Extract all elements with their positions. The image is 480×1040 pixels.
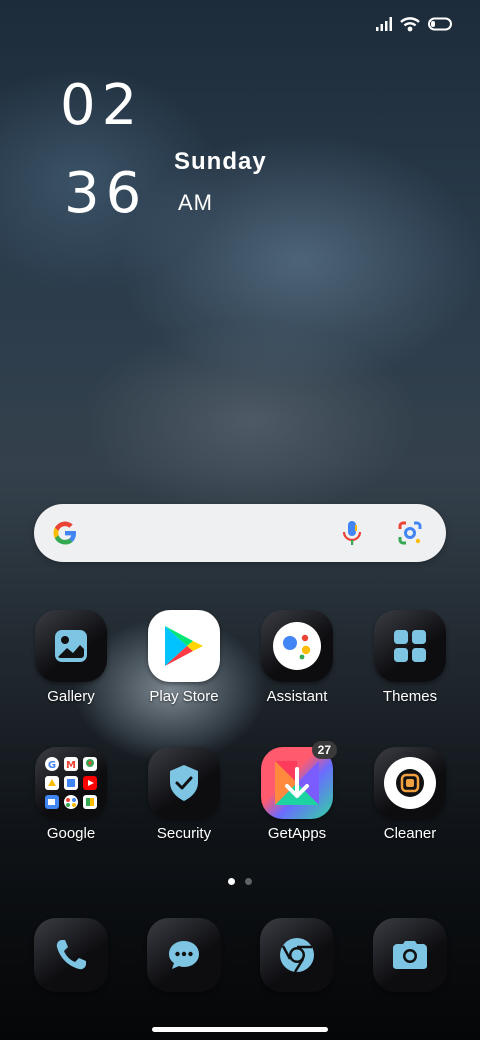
google-folder-icon: G M <box>35 747 107 819</box>
app-themes[interactable]: Themes <box>360 610 460 705</box>
app-label: Gallery <box>47 688 95 705</box>
getapps-icon: 27 <box>261 741 337 819</box>
home-gesture-bar[interactable] <box>152 1027 328 1032</box>
app-security[interactable]: Security <box>134 747 234 842</box>
app-label: Play Store <box>149 688 219 705</box>
app-getapps[interactable]: 27 GetApps <box>247 741 347 842</box>
wifi-icon <box>400 16 420 37</box>
lens-icon[interactable] <box>396 519 424 552</box>
clock-day: Sunday <box>174 148 267 175</box>
svg-text:G: G <box>48 760 56 771</box>
app-cleaner[interactable]: Cleaner <box>360 747 460 842</box>
clock-ampm: AM <box>178 190 213 215</box>
app-label: GetApps <box>267 825 327 842</box>
mic-icon[interactable] <box>340 518 364 553</box>
page-indicator <box>0 878 480 885</box>
security-icon <box>148 747 220 819</box>
svg-text:M: M <box>66 760 76 771</box>
assistant-icon <box>261 610 333 682</box>
app-gallery[interactable]: Gallery <box>21 610 121 705</box>
dock-camera[interactable] <box>360 918 460 992</box>
app-label: Google <box>46 825 96 842</box>
cleaner-icon <box>374 747 446 819</box>
notification-badge: 27 <box>311 741 337 759</box>
play-store-icon <box>148 610 220 682</box>
battery-icon <box>428 17 452 36</box>
app-assistant[interactable]: Assistant <box>247 610 347 705</box>
gallery-icon <box>35 610 107 682</box>
clock-minute: 36 <box>64 161 148 226</box>
google-g-icon <box>50 518 80 553</box>
app-label: Assistant <box>266 688 328 705</box>
app-label: Themes <box>382 688 438 705</box>
google-search-bar[interactable] <box>34 504 446 562</box>
themes-icon <box>374 610 446 682</box>
camera-icon <box>373 918 447 992</box>
app-google-folder[interactable]: G M Google <box>21 747 121 842</box>
page-dot-active <box>228 878 235 885</box>
dock-chrome[interactable] <box>247 918 347 992</box>
status-bar <box>376 16 452 37</box>
dock-phone[interactable] <box>21 918 121 992</box>
messages-icon <box>147 918 221 992</box>
phone-icon <box>34 918 108 992</box>
page-dot <box>245 878 252 885</box>
app-label: Security <box>156 825 212 842</box>
app-play-store[interactable]: Play Store <box>134 610 234 705</box>
signal-icon <box>376 17 392 36</box>
chrome-icon <box>260 918 334 992</box>
dock-messages[interactable] <box>134 918 234 992</box>
clock-hour: 02 <box>60 73 144 138</box>
app-label: Cleaner <box>383 825 437 842</box>
